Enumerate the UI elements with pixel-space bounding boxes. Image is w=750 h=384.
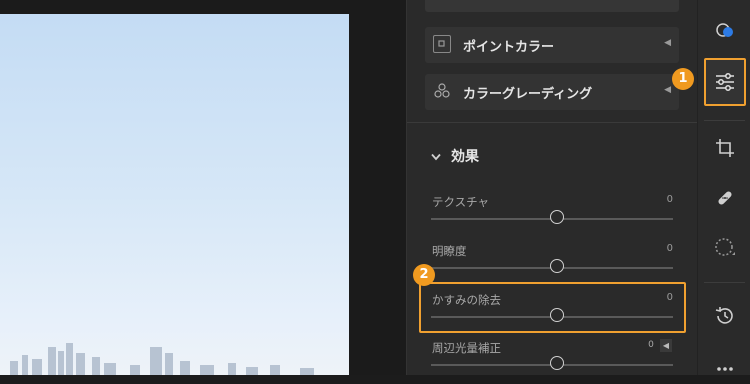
step-badge-1: 1	[672, 68, 694, 90]
effects-section-title: 効果	[451, 149, 479, 165]
dehaze-highlight-box	[419, 282, 686, 333]
clarity-value[interactable]: 0	[667, 243, 673, 254]
heal-tool[interactable]	[698, 176, 750, 220]
vignette-label: 周辺光量補正	[432, 341, 501, 355]
vignette-options-arrow-icon[interactable]: ◀	[660, 339, 672, 352]
section-divider	[407, 122, 698, 123]
photo-preview[interactable]	[0, 14, 349, 375]
point-color-icon	[433, 35, 451, 53]
masking-tool[interactable]	[698, 8, 750, 52]
collapsed-row-stub[interactable]	[425, 0, 679, 12]
texture-value[interactable]: 0	[667, 194, 673, 205]
edit-adjust-icon	[715, 73, 734, 91]
selection-icon	[714, 238, 735, 256]
collapse-arrow-icon: ◀	[664, 38, 671, 48]
chevron-down-icon	[431, 151, 441, 164]
texture-label: テクスチャ	[432, 195, 490, 209]
toolbar-divider	[704, 120, 745, 121]
vignette-value[interactable]: 0	[645, 339, 657, 351]
effects-section-header[interactable]: 効果	[431, 146, 479, 166]
history-tool[interactable]	[698, 294, 750, 338]
collapse-arrow-icon: ◀	[664, 85, 671, 95]
slider-knob[interactable]	[549, 259, 564, 273]
point-color-label: ポイントカラー	[463, 40, 555, 55]
tool-strip: 1	[672, 0, 750, 375]
crop-icon	[715, 139, 734, 157]
crop-tool[interactable]	[698, 126, 750, 170]
color-grading-label: カラーグレーディング	[463, 87, 593, 102]
vignette-slider[interactable]: 周辺光量補正	[431, 340, 673, 384]
point-color-row[interactable]: ポイントカラー ◀	[425, 27, 679, 63]
clarity-label: 明瞭度	[432, 244, 467, 258]
more-icon	[716, 367, 733, 371]
history-icon	[715, 307, 733, 324]
more-tool[interactable]	[698, 340, 750, 384]
selection-tool[interactable]	[698, 226, 750, 270]
masking-icon	[715, 23, 733, 37]
toolbar-divider	[704, 282, 745, 283]
edit-panel: ポイントカラー ◀ カラーグレーディング ◀ 効果 テクスチャ 0 明瞭度 0 …	[406, 0, 698, 375]
step-badge-2: 2	[413, 264, 435, 286]
color-grading-row[interactable]: カラーグレーディング ◀	[425, 74, 679, 110]
city-skyline	[10, 343, 314, 375]
edit-adjust-tool[interactable]	[698, 60, 750, 104]
heal-icon	[717, 191, 732, 205]
texture-slider[interactable]: テクスチャ 0	[431, 194, 673, 238]
slider-knob[interactable]	[549, 210, 564, 224]
slider-knob[interactable]	[549, 356, 564, 370]
clarity-slider[interactable]: 明瞭度 0	[431, 243, 673, 287]
photo-canvas-area	[0, 0, 406, 375]
color-grading-icon	[433, 82, 451, 100]
